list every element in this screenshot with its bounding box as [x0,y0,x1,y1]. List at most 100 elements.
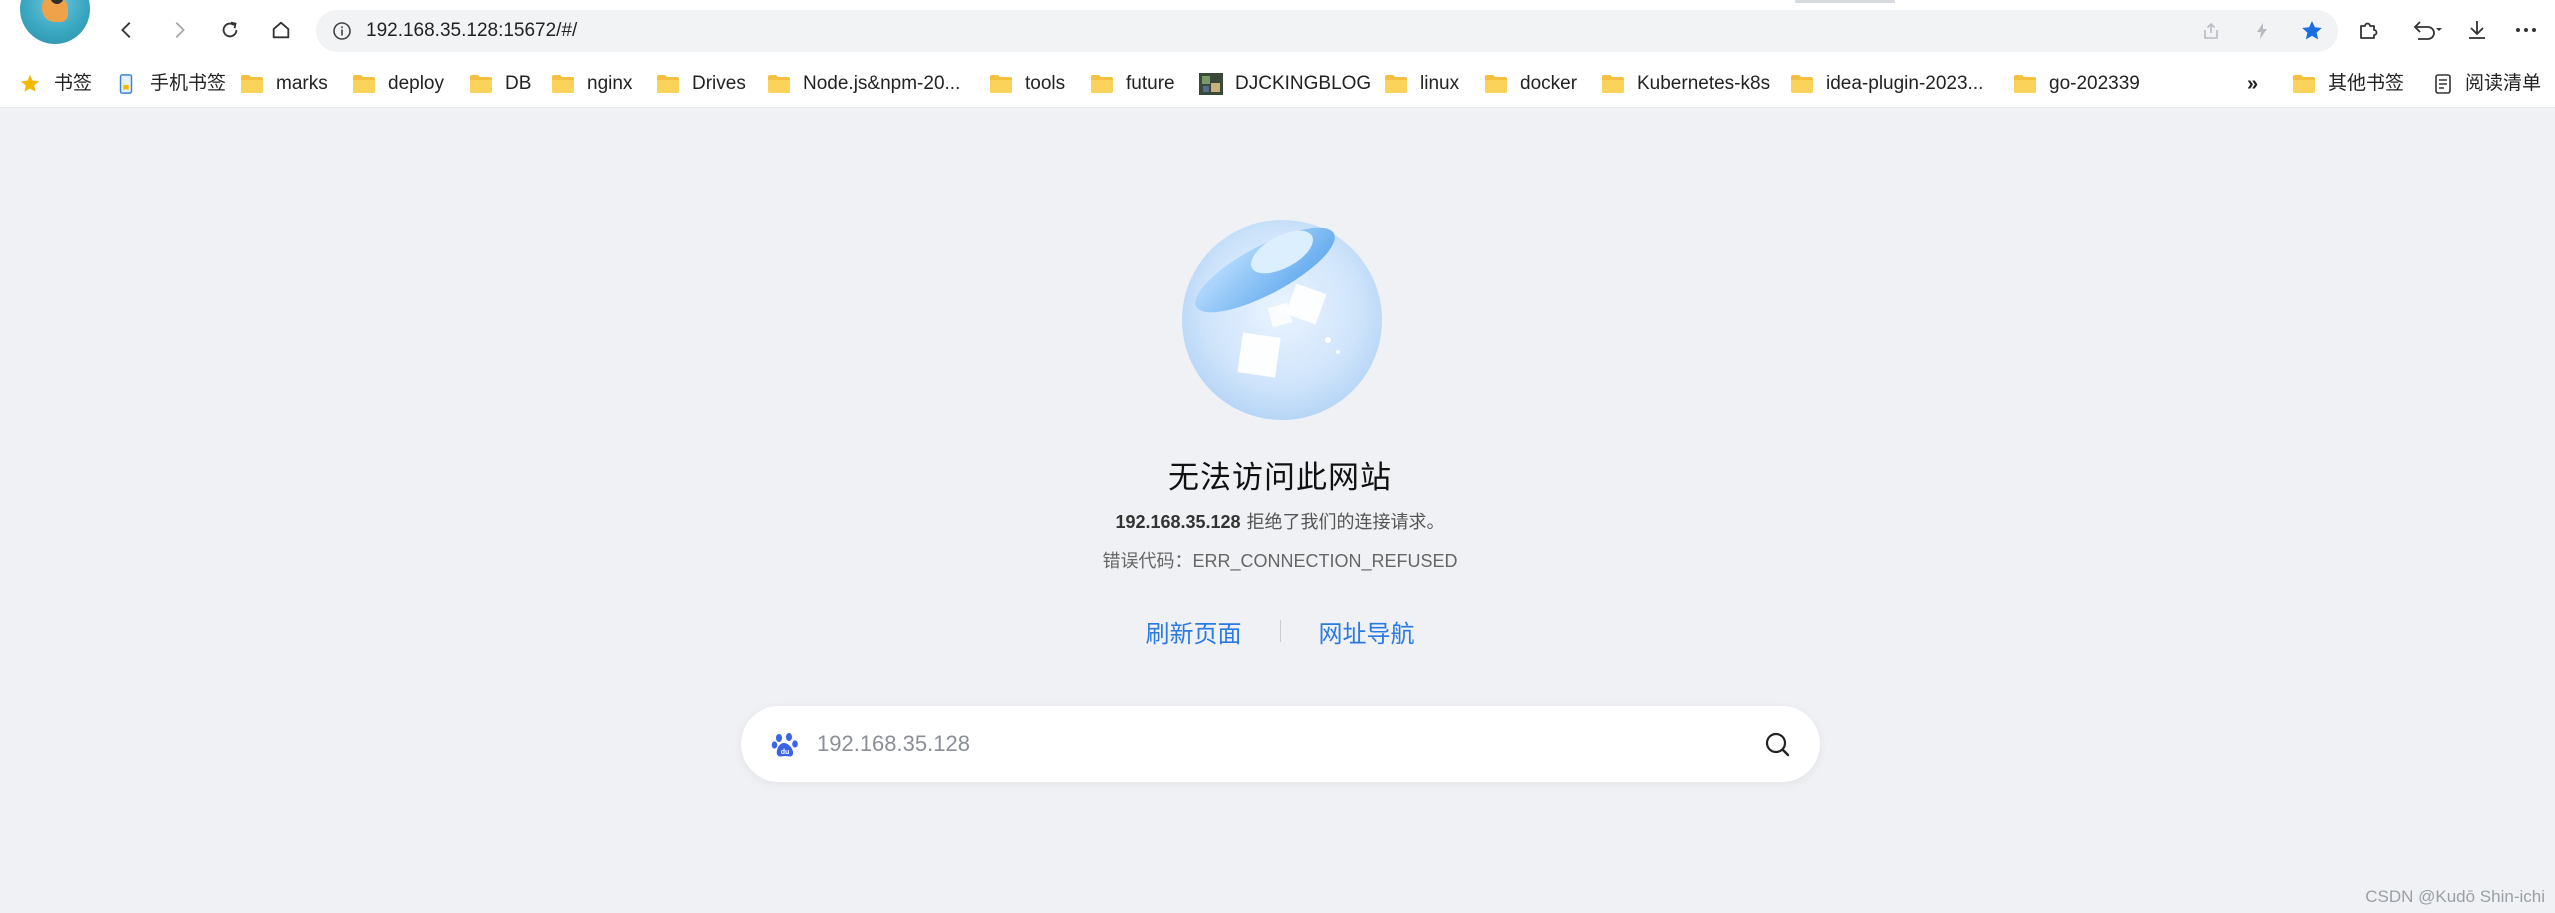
bookmark-label: DB [505,73,532,94]
bookmark-label: 阅读清单 [2465,73,2542,94]
bookmark-label: nginx [587,73,633,94]
folder-icon [2293,75,2315,93]
share-icon [2204,22,2218,39]
refresh-page-link[interactable]: 刷新页面 [1108,614,1280,649]
extensions-button[interactable] [2352,14,2384,46]
overflow-chevron-icon: » [2247,72,2259,95]
url-navigation-link[interactable]: 网址导航 [1281,614,1453,649]
download-button[interactable] [2461,14,2493,46]
lightning-icon [2257,23,2267,39]
folder-icon [470,75,492,93]
bookmark-folder-docker[interactable]: docker [1484,68,1577,100]
folder-icon [768,75,790,93]
bookmarks-overflow-button[interactable]: » [2247,68,2258,100]
address-bar[interactable]: 192.168.35.128:15672/#/ [316,10,2338,52]
bookmark-folder-idea-plugin[interactable]: idea-plugin-2023... [1790,68,1983,100]
bookmark-item-djckingblog[interactable]: DJCKINGBLOG [1199,68,1371,100]
bookmark-label: deploy [388,73,444,94]
error-message: 拒绝了我们的连接请求。 [1246,512,1445,532]
star-icon [2302,21,2322,40]
bookmark-label: marks [276,73,328,94]
bookmark-folder-marks[interactable]: marks [240,68,328,100]
address-url[interactable]: 192.168.35.128:15672/#/ [366,20,577,42]
folder-icon [1385,75,1407,93]
info-icon[interactable] [332,21,352,41]
bookmark-label: docker [1520,73,1578,94]
folder-icon [552,75,574,93]
browser-toolbar: 192.168.35.128:15672/#/ [0,0,2555,60]
error-title: 无法访问此网站 [1168,460,1392,495]
bookmark-folder-kubernetes[interactable]: Kubernetes-k8s [1601,68,1770,100]
bookmark-label: go-202339 [2049,73,2140,94]
more-menu-button[interactable] [2510,14,2542,46]
bookmark-label: Kubernetes-k8s [1637,73,1771,94]
folder-icon [657,75,679,93]
profile-avatar[interactable] [20,0,90,44]
bookmark-folder-other[interactable]: 其他书签 [2292,68,2404,100]
folder-icon [1485,75,1507,93]
search-icon[interactable] [1763,730,1791,758]
bookmark-folder-tools[interactable]: tools [989,68,1065,100]
favicon-image [1199,73,1223,95]
more-icon [2516,28,2536,32]
phone-icon [119,74,133,94]
bookmark-folder-nodejs[interactable]: Node.js&npm-20... [767,68,960,100]
folder-icon [241,75,263,93]
reload-button[interactable] [214,14,246,46]
forward-button[interactable] [163,14,195,46]
bookmark-label: 其他书签 [2328,73,2405,94]
folder-icon [1091,75,1113,93]
bookmark-label: idea-plugin-2023... [1826,73,1984,94]
folder-icon [2014,75,2036,93]
bookmark-folder-drives[interactable]: Drives [656,68,746,100]
bookmark-item-bookmarks[interactable]: 书签 [18,68,92,100]
bookmark-label: 手机书签 [150,73,227,94]
bookmark-label: Node.js&npm-20... [803,73,961,94]
bookmark-label: tools [1025,73,1066,94]
bookmark-folder-go[interactable]: go-202339 [2013,68,2140,100]
undo-icon [2413,21,2442,40]
bookmark-folder-nginx[interactable]: nginx [551,68,632,100]
tab-indicator [1795,0,1895,3]
error-actions: 刷新页面 网址导航 [0,614,2555,649]
back-icon [121,22,131,38]
bookmark-label: 书签 [54,73,93,94]
star-icon [21,74,39,92]
bookmark-folder-db[interactable]: DB [469,68,531,100]
extensions-icon [2360,22,2378,39]
baidu-paw-icon: du [771,733,798,757]
bookmark-folder-linux[interactable]: linux [1384,68,1459,100]
bookmark-label: Drives [692,73,746,94]
watermark-text: CSDN @Kudō Shin-ichi [2365,887,2545,906]
forward-icon [175,22,185,38]
folder-icon [990,75,1012,93]
favorite-button[interactable] [2300,19,2324,43]
back-button[interactable] [111,14,143,46]
bookmark-label: DJCKINGBLOG [1235,73,1372,94]
folder-icon [353,75,375,93]
lightning-button[interactable] [2250,19,2274,43]
bookmark-folder-deploy[interactable]: deploy [352,68,444,100]
bookmark-folder-future[interactable]: future [1090,68,1175,100]
reading-list-button[interactable]: 阅读清单 [2433,68,2541,100]
ufo-illustration [1182,220,1382,420]
share-button[interactable] [2199,19,2223,43]
reading-list-icon [2435,74,2451,94]
undo-menu-button[interactable] [2404,14,2448,46]
bookmarks-bar: 书签 手机书签 marks deploy DB nginx Drives Nod… [0,60,2555,108]
reload-icon [222,21,238,38]
bookmark-label: future [1126,73,1175,94]
search-input[interactable] [817,724,1697,764]
error-description: 192.168.35.128 拒绝了我们的连接请求。 [0,508,2555,534]
bookmark-label: linux [1420,73,1460,94]
home-icon [272,21,290,39]
error-host: 192.168.35.128 [1115,512,1241,532]
search-box[interactable]: du [741,706,1820,782]
folder-icon [1791,75,1813,93]
download-icon [2469,21,2485,39]
svg-text:du: du [781,749,790,756]
folder-icon [1602,75,1624,93]
bookmark-item-mobile[interactable]: 手机书签 [114,68,226,100]
error-code: 错误代码：ERR_CONNECTION_REFUSED [1102,551,1458,571]
home-button[interactable] [265,14,297,46]
